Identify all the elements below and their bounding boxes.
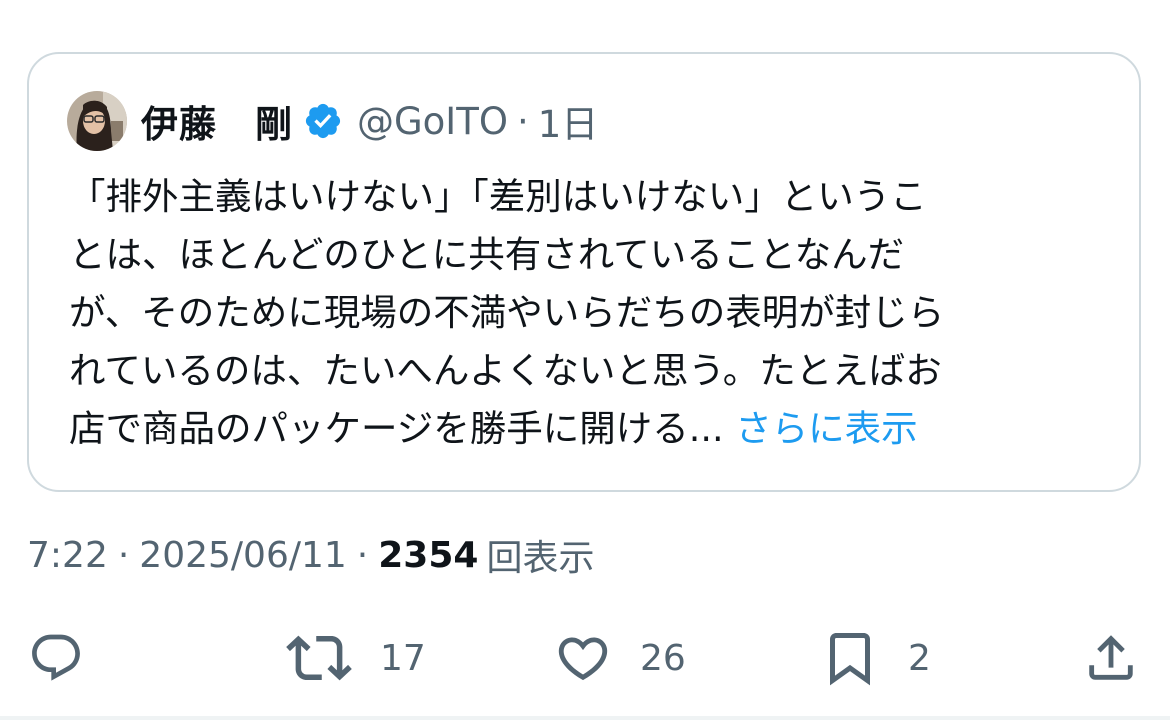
like-button[interactable]: 26 bbox=[554, 618, 686, 698]
display-name[interactable]: 伊藤 剛 bbox=[141, 94, 293, 148]
avatar-image bbox=[67, 91, 127, 151]
text-line-last: 店で商品のパッケージを勝手に開ける... さらに表示 bbox=[69, 400, 1109, 458]
views-count[interactable]: 2354 bbox=[378, 535, 478, 576]
retweet-button[interactable]: 17 bbox=[286, 618, 426, 698]
post-time[interactable]: 7:22 bbox=[27, 535, 108, 576]
text-line: とは、ほとんどのひとに共有されていることなんだ bbox=[69, 233, 905, 276]
bookmark-icon bbox=[830, 633, 870, 686]
show-more-link[interactable]: さらに表示 bbox=[735, 407, 918, 450]
bookmark-button[interactable]: 2 bbox=[820, 618, 931, 698]
quoted-post-text: 「排外主義はいけない」「差別はいけない」というこ とは、ほとんどのひとに共有され… bbox=[69, 168, 1109, 458]
retweet-icon bbox=[286, 635, 352, 681]
text-line: 「排外主義はいけない」「差別はいけない」というこ bbox=[69, 175, 927, 218]
share-icon bbox=[1089, 635, 1133, 680]
divider bbox=[0, 716, 1170, 720]
verified-badge-icon[interactable] bbox=[303, 101, 343, 141]
reply-button[interactable] bbox=[28, 618, 84, 698]
quoted-post-header: 伊藤 剛 @GoITO · 1日 bbox=[67, 90, 598, 152]
retweet-count: 17 bbox=[380, 637, 426, 679]
quoted-post-card[interactable]: 伊藤 剛 @GoITO · 1日 「排外主義はいけない」「差別はいけない」という… bbox=[27, 52, 1141, 492]
handle[interactable]: @GoITO bbox=[357, 100, 508, 143]
avatar[interactable] bbox=[67, 91, 127, 151]
post-date[interactable]: 2025/06/11 bbox=[139, 535, 347, 576]
text-line: れているのは、たいへんよくないと思う。たとえばお bbox=[69, 349, 942, 392]
header-separator: · bbox=[516, 99, 529, 143]
post-metadata: 7:22 · 2025/06/11 · 2354 回表示 bbox=[27, 527, 594, 583]
meta-separator: · bbox=[356, 534, 369, 576]
text-line-content: 店で商品のパッケージを勝手に開ける... bbox=[69, 407, 724, 450]
like-count: 26 bbox=[640, 637, 686, 679]
post-age[interactable]: 1日 bbox=[538, 94, 599, 148]
reply-icon bbox=[32, 634, 80, 681]
meta-separator: · bbox=[117, 534, 130, 576]
share-button[interactable] bbox=[1082, 618, 1140, 698]
bookmark-count: 2 bbox=[908, 637, 931, 679]
action-bar: 17 26 2 bbox=[0, 618, 1170, 698]
text-line: が、そのために現場の不満やいらだちの表明が封じら bbox=[69, 291, 945, 334]
heart-icon bbox=[558, 637, 608, 681]
views-label[interactable]: 回表示 bbox=[486, 529, 594, 581]
